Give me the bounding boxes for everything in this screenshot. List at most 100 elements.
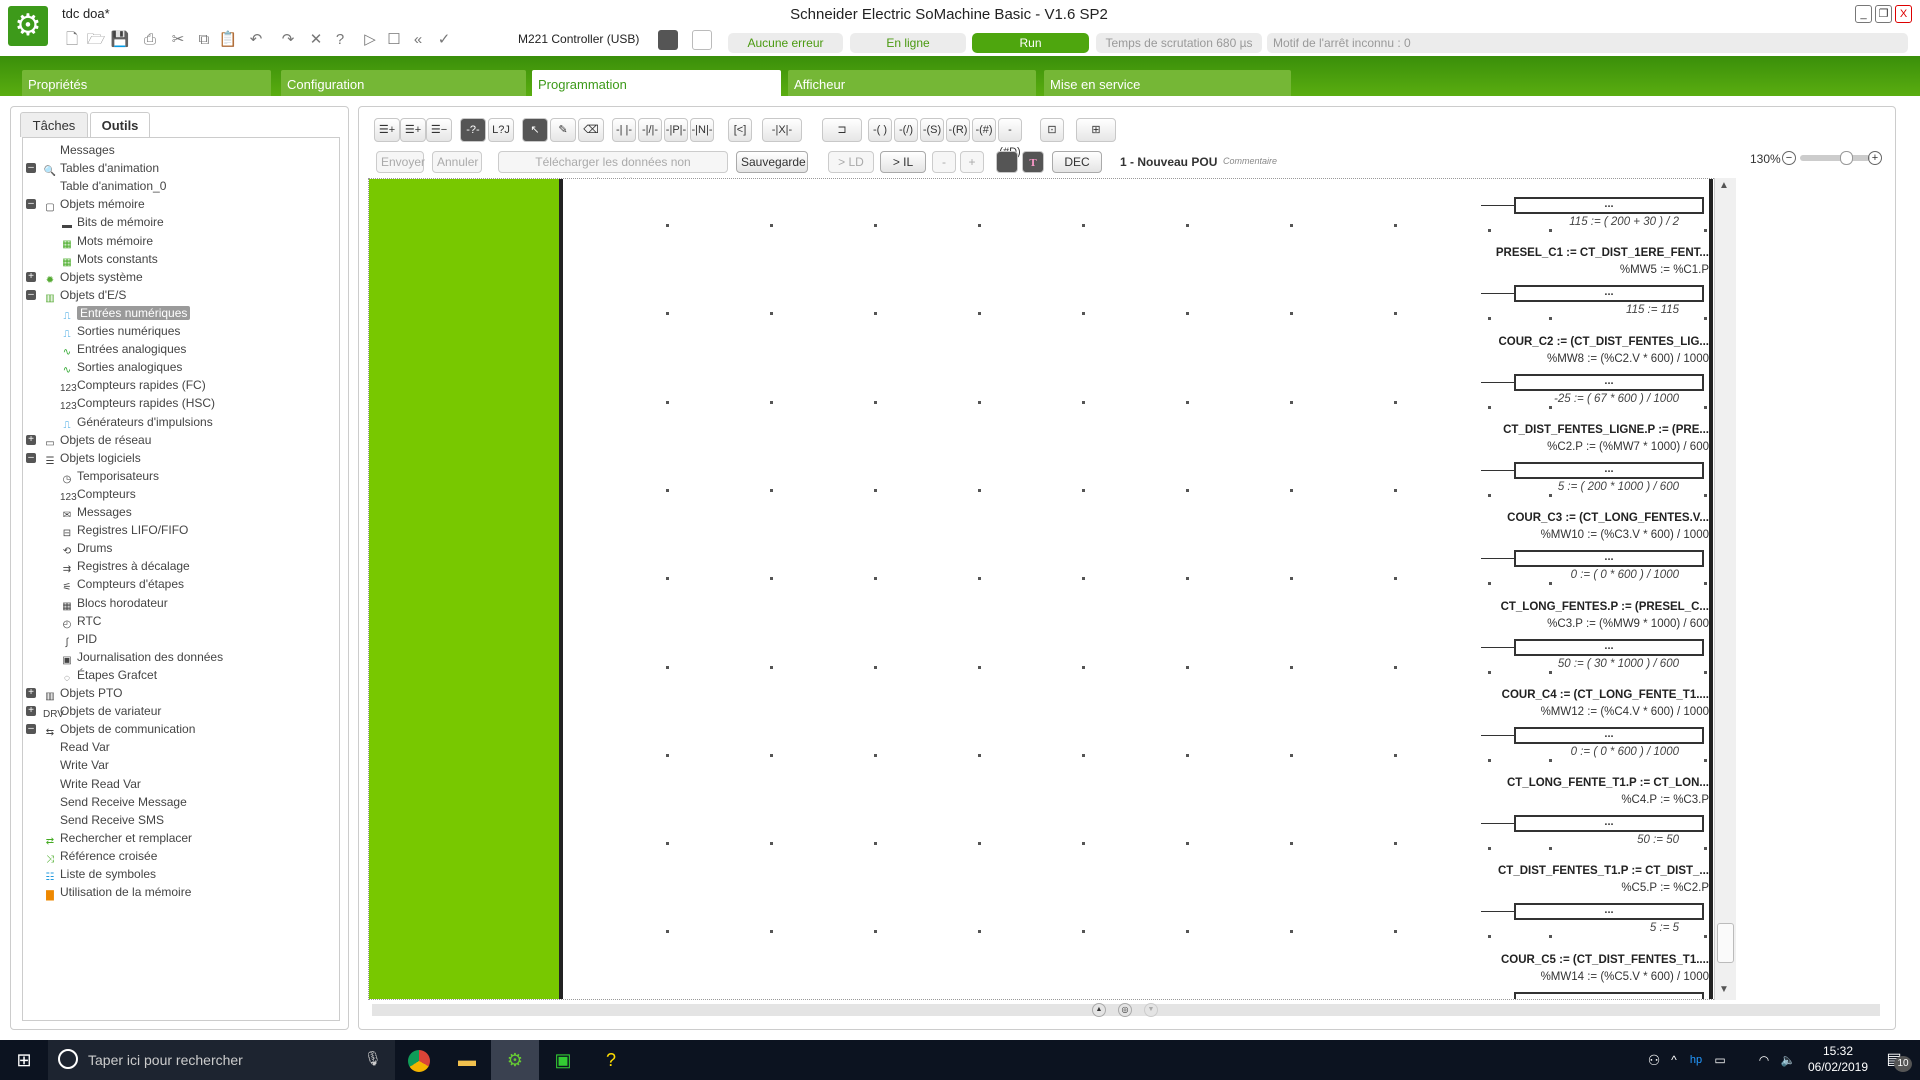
tab-outils[interactable]: Outils	[90, 112, 150, 138]
center-view-icon[interactable]: ◎	[1118, 1003, 1132, 1017]
tree-item[interactable]: ▣ Journalisation des données	[60, 648, 223, 666]
contact-p-icon[interactable]: -|P|-	[664, 118, 688, 142]
scroll-down-icon[interactable]: ▼	[1719, 984, 1729, 995]
horizontal-scrollbar[interactable]: ▲ ◎ ▼	[372, 1003, 1880, 1017]
tab-proprietes[interactable]: Propriétés	[22, 70, 271, 96]
scroll-up-icon[interactable]: ▲	[1719, 180, 1729, 191]
tree-item[interactable]: – ▢ Objets mémoire	[26, 195, 145, 213]
rewind-icon[interactable]: «	[408, 30, 428, 50]
expand-icon[interactable]: +	[26, 688, 36, 698]
expand-icon[interactable]: +	[26, 434, 36, 445]
tree-item[interactable]: ▇ Utilisation de la mémoire	[43, 883, 191, 901]
select-tool-icon[interactable]: ↖	[522, 118, 548, 142]
send-button[interactable]: Envoyer	[376, 151, 425, 173]
tree-item[interactable]: + ▥ Objets PTO	[26, 684, 122, 702]
help-icon[interactable]: ?	[330, 30, 350, 50]
operation-block[interactable]: ...	[1514, 726, 1704, 744]
tree-item[interactable]: ∿ Entrées analogiques	[60, 340, 187, 358]
cancel-button[interactable]: Annuler	[432, 151, 482, 173]
tree-item[interactable]: ▦ Mots constants	[60, 250, 157, 268]
insert-branch-icon[interactable]: ⊞	[1076, 118, 1116, 142]
tools-icon[interactable]: ✕	[306, 30, 326, 50]
start-icon[interactable]: ▷	[360, 30, 380, 50]
battery-icon[interactable]: ▭	[1708, 1040, 1732, 1080]
zoom-slider-thumb[interactable]	[1839, 151, 1853, 165]
redo-icon[interactable]: ↷	[278, 30, 298, 50]
volume-icon[interactable]: 🔈	[1776, 1040, 1800, 1080]
operation-block[interactable]: ...	[1514, 550, 1704, 568]
tree-item[interactable]: ◴ RTC	[60, 612, 102, 630]
tree-item[interactable]: Messages	[60, 141, 115, 159]
tab-programmation[interactable]: Programmation	[532, 70, 781, 96]
convert-ld-button[interactable]: > LD	[828, 151, 874, 173]
wifi-icon[interactable]: ◠	[1752, 1040, 1776, 1080]
print-icon[interactable]: ⎙	[140, 30, 160, 50]
tree-item[interactable]: ∿ Sorties analogiques	[60, 358, 183, 376]
copy-icon[interactable]: ⧉	[194, 30, 214, 50]
tree-item[interactable]: Write Read Var	[60, 775, 141, 793]
tree-item[interactable]: 123Compteurs rapides (FC)	[60, 376, 206, 394]
tree-item[interactable]: Write Var	[60, 756, 109, 774]
tree-item[interactable]: + ▭ Objets de réseau	[26, 431, 151, 449]
operation-block[interactable]: ...	[1514, 197, 1704, 214]
collapse-icon[interactable]: –	[26, 163, 36, 174]
minimize-button[interactable]: _	[1855, 5, 1872, 23]
cut-icon[interactable]: ✂	[168, 30, 188, 50]
operation-block-icon[interactable]: ⊡	[1040, 118, 1064, 142]
stop-icon[interactable]: ☐	[384, 30, 404, 50]
vertical-scrollbar[interactable]: ▲ ▼	[1714, 178, 1736, 1000]
zoom-in-icon[interactable]: +	[1868, 151, 1882, 165]
collapse-icon[interactable]: –	[26, 199, 36, 210]
function-block-icon[interactable]: ⊐	[822, 118, 862, 142]
pencil-tool-icon[interactable]: ✎	[550, 118, 576, 142]
comment-rung-icon[interactable]: -?-	[460, 118, 486, 142]
comment-display-icon[interactable]	[996, 151, 1018, 173]
expand-icon[interactable]: +	[26, 706, 36, 717]
tree-item[interactable]: – ⇆ Objets de communication	[26, 720, 195, 738]
scroll-down-icon[interactable]: ▼	[1144, 1003, 1158, 1017]
open-folder-icon[interactable]: 🗁	[86, 30, 106, 50]
check-icon[interactable]: ✓	[434, 30, 454, 50]
tree-item[interactable]: – ▥ Objets d'E/S	[26, 286, 126, 304]
tray-expand-icon[interactable]: ^	[1664, 1040, 1684, 1080]
help-app-taskbar-icon[interactable]: ?	[587, 1040, 635, 1080]
operation-block[interactable]: ...	[1514, 815, 1704, 833]
operation-block[interactable]: ...	[1514, 373, 1704, 391]
tree-item[interactable]: ⇄ Rechercher et remplacer	[43, 829, 192, 847]
tree-item[interactable]: ▬ Bits de mémoire	[60, 213, 164, 231]
compare-block-icon[interactable]: [<]	[728, 118, 752, 142]
tab-configuration[interactable]: Configuration	[281, 70, 526, 96]
tree-item[interactable]: ⎍ Entrées numériques	[60, 304, 191, 322]
delete-rung-icon[interactable]: ☰−	[426, 118, 452, 142]
scroll-up-icon[interactable]: ▲	[1092, 1003, 1106, 1017]
tree-item[interactable]: – ☰ Objets logiciels	[26, 449, 141, 467]
coil-negated-icon[interactable]: -(/)	[894, 118, 918, 142]
operation-block[interactable]: ...	[1514, 461, 1704, 479]
coil-reset-icon[interactable]: -(R)	[946, 118, 970, 142]
tree-item[interactable]: ▦ Mots mémoire	[60, 232, 153, 250]
coil-icon[interactable]: -( )	[868, 118, 892, 142]
tree-item[interactable]: ⚟ Compteurs d'étapes	[60, 575, 185, 593]
expand-icon[interactable]: +	[26, 271, 36, 282]
zoom-plus-button[interactable]: +	[960, 151, 984, 173]
tree-item[interactable]: ✉ Messages	[60, 503, 132, 521]
collapse-icon[interactable]: –	[26, 289, 36, 300]
collapse-icon[interactable]: –	[26, 724, 36, 735]
il-rung-icon[interactable]: L?J	[488, 118, 514, 142]
contact-nc-icon[interactable]: -|/|-	[638, 118, 662, 142]
operation-block[interactable]: ...	[1514, 991, 1704, 999]
contact-no-icon[interactable]: -| |-	[612, 118, 636, 142]
tree-item[interactable]: 123Compteurs	[60, 485, 136, 503]
tree-item[interactable]: ∫ PID	[60, 630, 97, 648]
tree-item[interactable]: ☷ Liste de symboles	[43, 865, 157, 883]
restore-button[interactable]: ❐	[1875, 5, 1892, 23]
windows-start-icon[interactable]: ⊞	[0, 1040, 48, 1080]
coil-hash-icon[interactable]: -(#)	[972, 118, 996, 142]
tree-item[interactable]: Read Var	[60, 738, 110, 756]
scrollbar-thumb[interactable]	[1717, 923, 1734, 963]
tree-item[interactable]: ⎍ Générateurs d'impulsions	[60, 413, 213, 431]
pou-comment[interactable]: Commentaire	[1223, 156, 1277, 166]
somachine-taskbar-icon[interactable]: ⚙	[491, 1040, 539, 1080]
file-explorer-icon[interactable]: ▬	[443, 1040, 491, 1080]
close-button[interactable]: X	[1895, 5, 1912, 23]
